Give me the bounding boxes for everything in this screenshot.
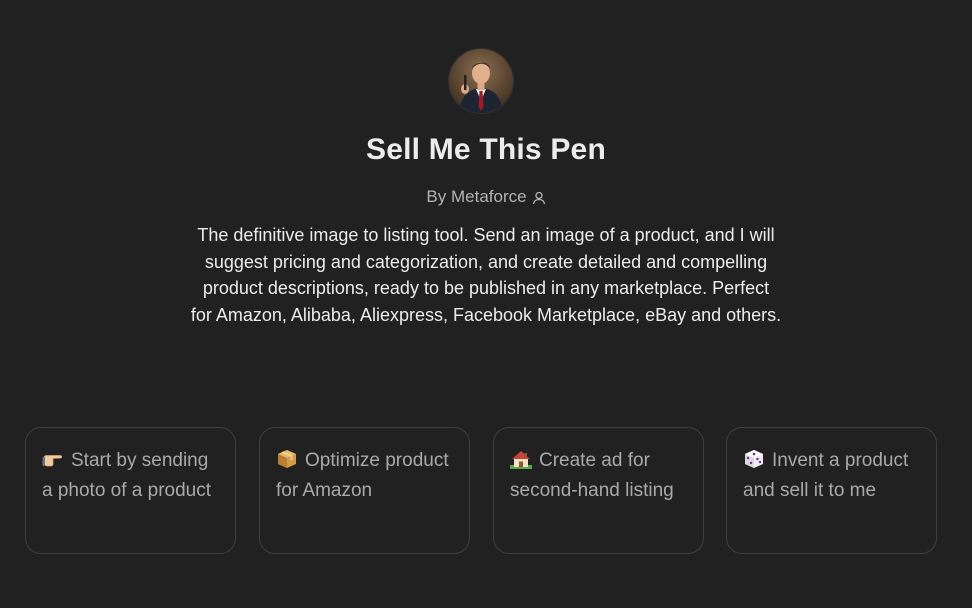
- starter-invent-product[interactable]: Invent a product and sell it to me: [726, 427, 937, 554]
- pointing-hand-icon: [42, 449, 64, 469]
- avatar: [449, 49, 513, 113]
- starter-second-hand-ad[interactable]: Create ad for second-hand listing: [493, 427, 704, 554]
- gpt-landing: Sell Me This Pen By Metaforce The defini…: [0, 0, 972, 608]
- house-icon: [510, 449, 532, 469]
- starter-optimize-amazon[interactable]: Optimize product for Amazon: [259, 427, 470, 554]
- author-name: By Metaforce: [426, 187, 527, 206]
- dice-icon: [743, 449, 765, 469]
- conversation-starters: Start by sending a photo of a product Op…: [25, 427, 939, 556]
- starter-label: Start by sending a photo of a product: [42, 450, 212, 501]
- gpt-title: Sell Me This Pen: [366, 133, 606, 166]
- gpt-description: The definitive image to listing tool. Se…: [190, 225, 782, 325]
- person-icon[interactable]: [532, 191, 546, 205]
- package-icon: [276, 449, 298, 469]
- starter-photo-product[interactable]: Start by sending a photo of a product: [25, 427, 236, 554]
- starter-label: Invent a product and sell it to me: [743, 450, 909, 501]
- starter-label: Optimize product for Amazon: [276, 450, 449, 501]
- starter-label: Create ad for second-hand listing: [510, 450, 674, 501]
- byline: By Metaforce: [0, 187, 972, 207]
